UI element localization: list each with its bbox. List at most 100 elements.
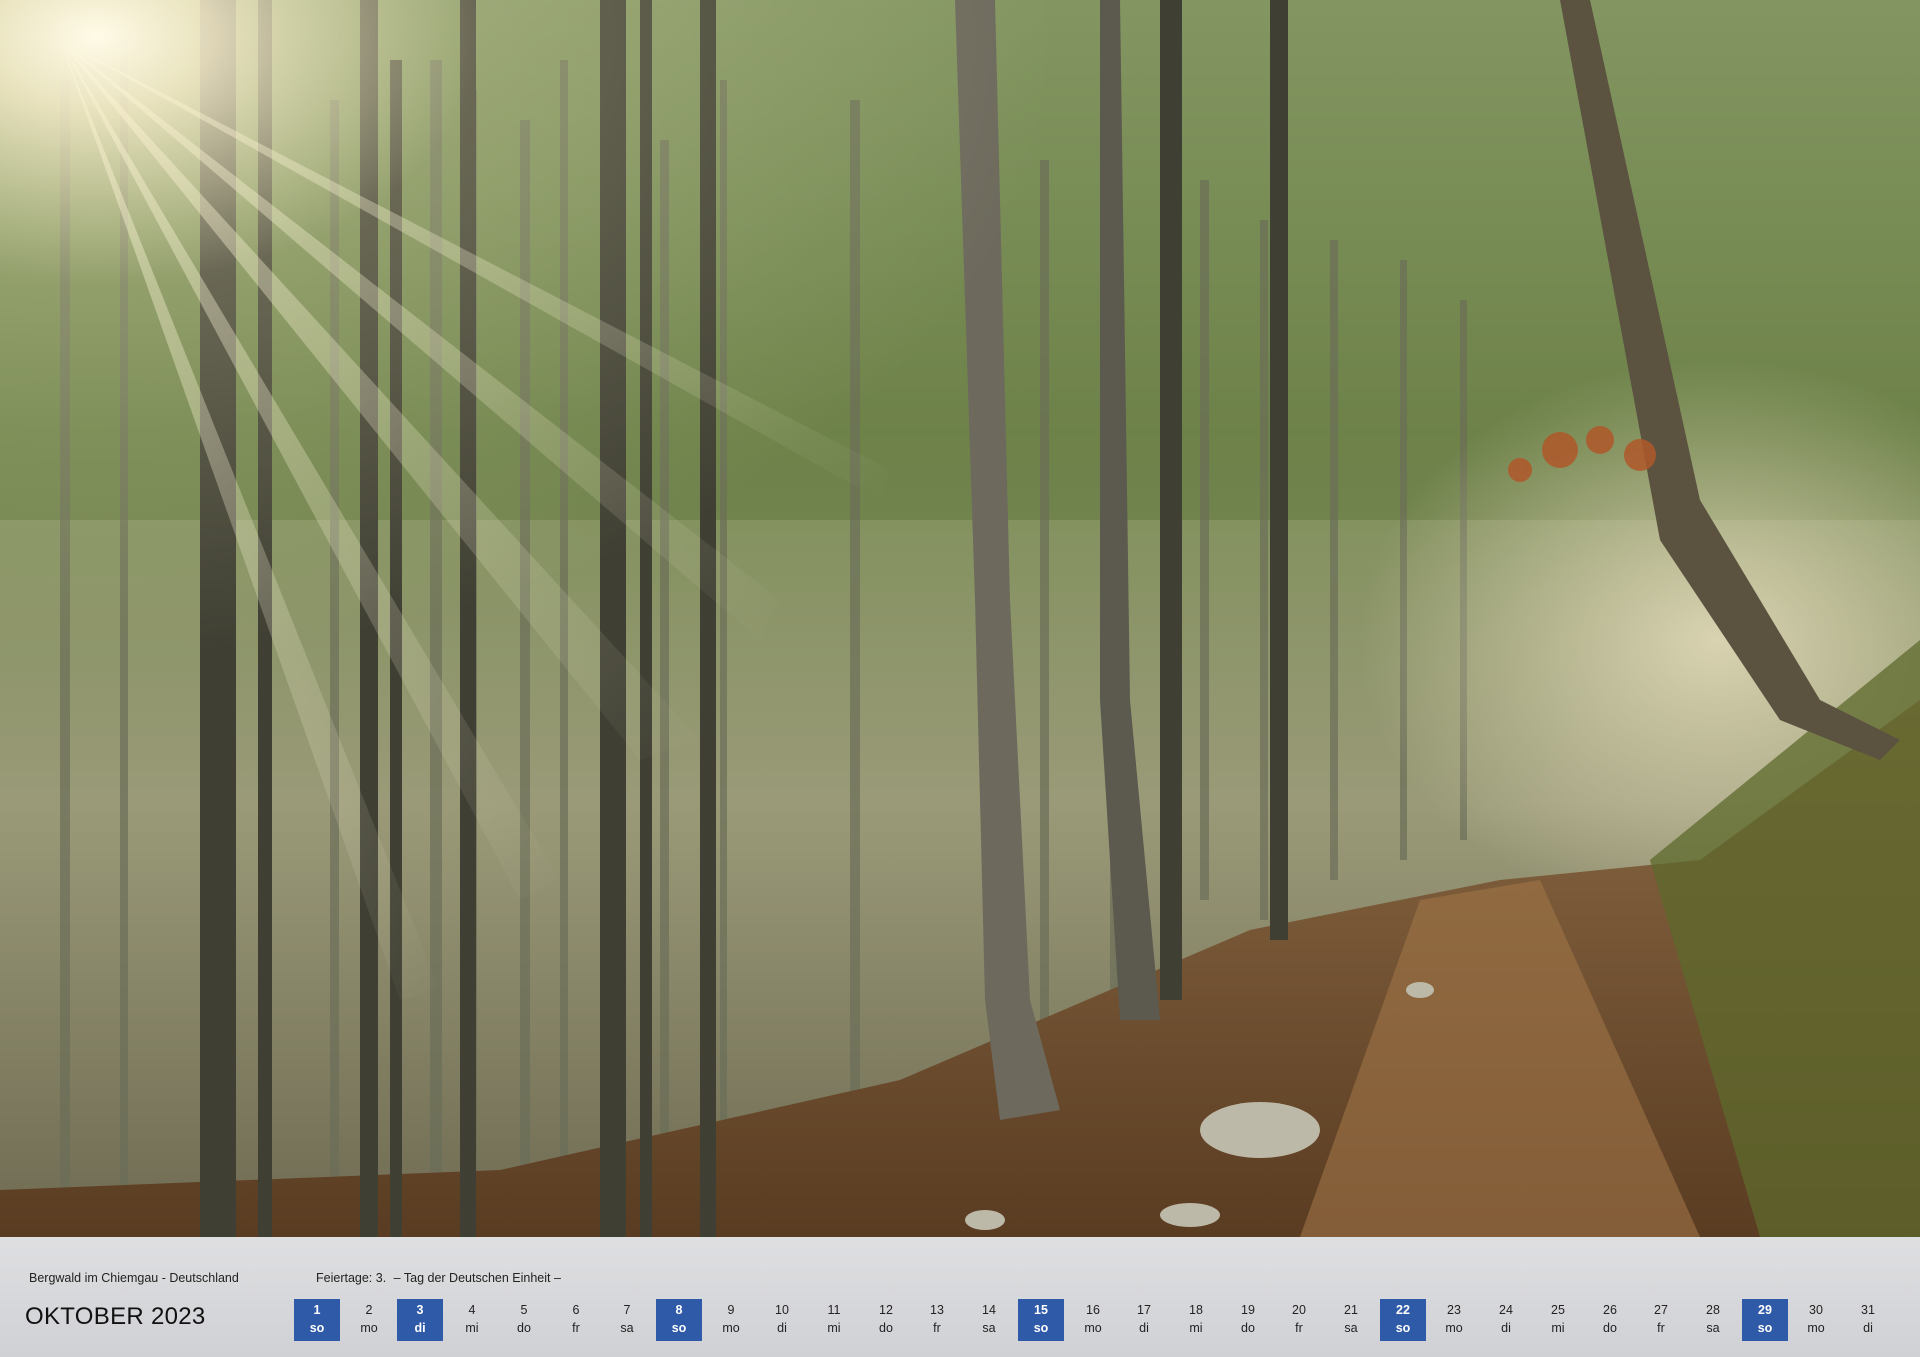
weekday-label: di [414,1321,426,1335]
day-cell[interactable]: 22 so [1380,1299,1426,1341]
weekday-label: fr [1657,1321,1665,1335]
day-number: 23 [1447,1303,1461,1317]
day-cell[interactable]: 12 do [863,1299,909,1341]
day-cell[interactable]: 20 fr [1276,1299,1322,1341]
day-number: 17 [1137,1303,1151,1317]
day-number: 31 [1861,1303,1875,1317]
day-number: 27 [1654,1303,1668,1317]
weekday-label: mi [827,1321,841,1335]
day-number: 19 [1241,1303,1255,1317]
day-cell[interactable]: 18 mi [1173,1299,1219,1341]
weekday-label: di [777,1321,787,1335]
day-number: 11 [827,1303,841,1317]
day-cell[interactable]: 27 fr [1638,1299,1684,1341]
day-number: 3 [416,1303,424,1317]
holidays-text: – Tag der Deutschen Einheit – [393,1271,561,1285]
day-number: 18 [1189,1303,1203,1317]
weekday-label: mo [722,1321,740,1335]
day-cell[interactable]: 31 di [1845,1299,1891,1341]
day-cell[interactable]: 29 so [1742,1299,1788,1341]
forest-photo [0,0,1920,1237]
day-cell[interactable]: 21 sa [1328,1299,1374,1341]
day-number: 22 [1396,1303,1410,1317]
weekday-label: do [517,1321,531,1335]
weekday-label: sa [620,1321,634,1335]
day-cell[interactable]: 9 mo [708,1299,754,1341]
day-cell[interactable]: 3 di [397,1299,443,1341]
calendar-strip: Bergwald im Chiemgau - Deutschland Feier… [0,1237,1920,1357]
day-row: 1 so 2 mo 3 di 4 mi 5 do 6 fr 7 sa 8 so 9 mo 10 di 11 mi 12 do 1… [294,1299,1902,1341]
day-cell[interactable]: 1 so [294,1299,340,1341]
day-cell[interactable]: 17 di [1121,1299,1167,1341]
day-cell[interactable]: 13 fr [914,1299,960,1341]
day-number: 15 [1034,1303,1048,1317]
day-number: 1 [313,1303,321,1317]
day-cell[interactable]: 16 mo [1070,1299,1116,1341]
day-cell[interactable]: 5 do [501,1299,547,1341]
day-number: 10 [775,1303,789,1317]
weekday-label: mi [1189,1321,1203,1335]
day-number: 29 [1758,1303,1772,1317]
weekday-label: sa [982,1321,996,1335]
day-cell[interactable]: 19 do [1225,1299,1271,1341]
day-cell[interactable]: 25 mi [1535,1299,1581,1341]
day-number: 4 [468,1303,476,1317]
day-number: 26 [1603,1303,1617,1317]
weekday-label: so [309,1321,325,1335]
day-cell[interactable]: 11 mi [811,1299,857,1341]
weekday-label: mo [1445,1321,1463,1335]
weekday-label: mi [1551,1321,1565,1335]
weekday-label: do [879,1321,893,1335]
day-number: 9 [727,1303,735,1317]
day-number: 28 [1706,1303,1720,1317]
weekday-label: mi [465,1321,479,1335]
weekday-label: fr [1295,1321,1303,1335]
day-number: 20 [1292,1303,1306,1317]
day-number: 2 [365,1303,373,1317]
weekday-label: mo [1807,1321,1825,1335]
day-number: 21 [1344,1303,1358,1317]
weekday-label: di [1501,1321,1511,1335]
day-cell[interactable]: 23 mo [1431,1299,1477,1341]
day-cell[interactable]: 15 so [1018,1299,1064,1341]
day-cell[interactable]: 30 mo [1793,1299,1839,1341]
day-cell[interactable]: 7 sa [604,1299,650,1341]
weekday-label: do [1241,1321,1255,1335]
day-cell[interactable]: 2 mo [346,1299,392,1341]
weekday-label: mo [360,1321,378,1335]
weekday-label: so [1395,1321,1411,1335]
weekday-label: di [1139,1321,1149,1335]
day-number: 16 [1086,1303,1100,1317]
weekday-label: sa [1706,1321,1720,1335]
day-number: 30 [1809,1303,1823,1317]
day-number: 7 [623,1303,631,1317]
weekday-label: di [1863,1321,1873,1335]
day-number: 24 [1499,1303,1513,1317]
holidays-note: Feiertage: 3. – Tag der Deutschen Einhei… [316,1271,561,1285]
day-cell[interactable]: 24 di [1483,1299,1529,1341]
weekday-label: fr [572,1321,580,1335]
photo-caption: Bergwald im Chiemgau - Deutschland [29,1271,239,1285]
day-cell[interactable]: 10 di [759,1299,805,1341]
weekday-label: so [671,1321,687,1335]
day-cell[interactable]: 14 sa [966,1299,1012,1341]
weekday-label: sa [1344,1321,1358,1335]
day-number: 14 [982,1303,996,1317]
month-title: OKTOBER 2023 [25,1303,206,1330]
weekday-label: so [1033,1321,1049,1335]
holidays-label: Feiertage: 3. [316,1271,387,1285]
day-cell[interactable]: 28 sa [1690,1299,1736,1341]
weekday-label: mo [1084,1321,1102,1335]
day-cell[interactable]: 26 do [1587,1299,1633,1341]
day-cell[interactable]: 4 mi [449,1299,495,1341]
day-number: 5 [520,1303,528,1317]
day-number: 12 [879,1303,893,1317]
weekday-label: do [1603,1321,1617,1335]
day-cell[interactable]: 6 fr [553,1299,599,1341]
day-cell[interactable]: 8 so [656,1299,702,1341]
day-number: 25 [1551,1303,1565,1317]
weekday-label: fr [933,1321,941,1335]
weekday-label: so [1757,1321,1773,1335]
day-number: 8 [675,1303,683,1317]
day-number: 6 [572,1303,580,1317]
